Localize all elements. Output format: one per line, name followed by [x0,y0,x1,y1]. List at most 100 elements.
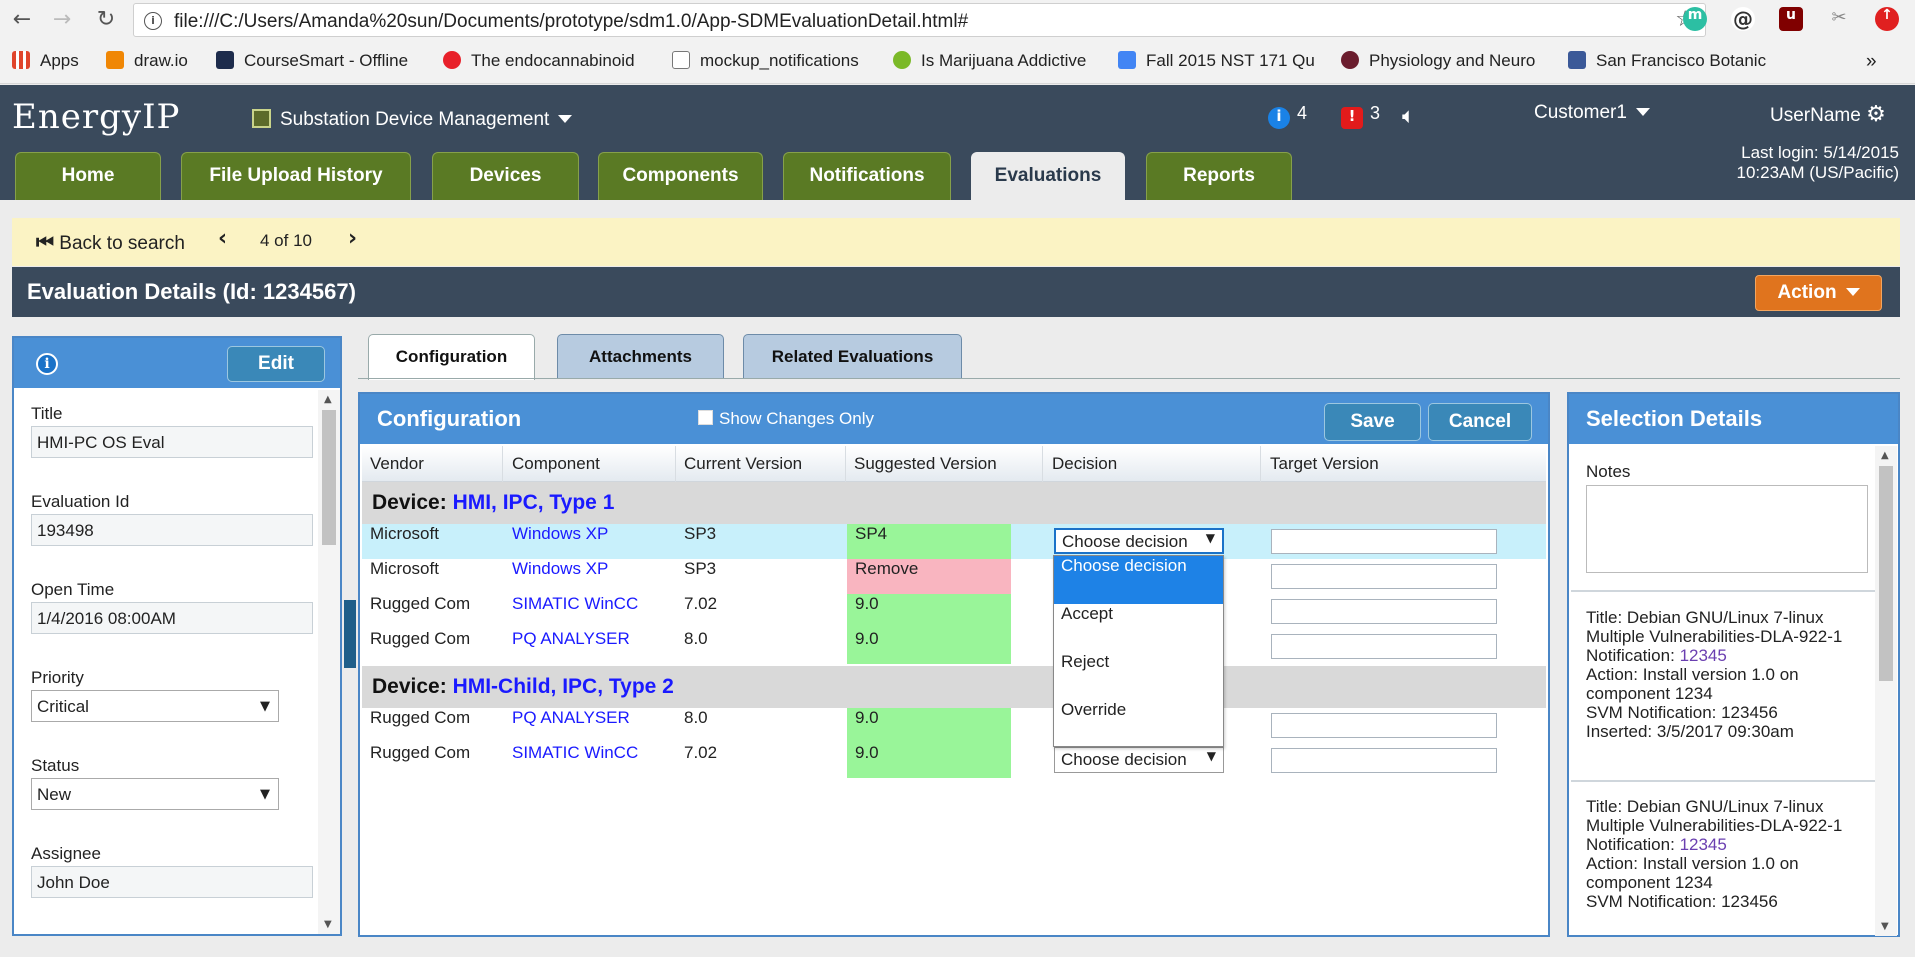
target-version-input[interactable] [1271,634,1497,659]
option-choose-decision[interactable]: Choose decision [1054,556,1223,604]
back-to-search-link[interactable]: ⏮︎ Back to search [36,230,185,255]
divider [1571,590,1877,592]
selection-details-header: Selection Details [1569,394,1898,444]
tab-notifications[interactable]: Notifications [783,152,951,200]
bookmark-mockup[interactable]: mockup_notifications [672,51,872,73]
table-row[interactable]: Rugged Com PQ ANALYSER 8.0 9.0 [362,708,1546,743]
decision-select[interactable]: Choose decision ▼ [1054,528,1224,554]
tab-related-evaluations[interactable]: Related Evaluations [743,334,962,378]
title-field[interactable]: HMI-PC OS Eval [31,426,313,458]
target-version-input[interactable] [1271,529,1497,554]
notification-link[interactable]: 12345 [1680,646,1727,665]
extension-update-icon[interactable]: ↑ [1875,7,1899,31]
bookmark-marijuana[interactable]: Is Marijuana Addictive [893,51,1096,73]
device-name-link[interactable]: HMI, IPC, Type 1 [453,491,615,514]
bookmark-botanic[interactable]: San Francisco Botanic [1568,51,1773,73]
component-link[interactable]: Windows XP [512,559,608,594]
show-changes-toggle[interactable]: Show Changes Only [698,409,874,429]
tab-components[interactable]: Components [598,152,763,200]
next-record-icon[interactable]: › [348,226,357,251]
option-override[interactable]: Override [1054,700,1223,748]
target-version-input[interactable] [1271,599,1497,624]
column-component[interactable]: Component [512,454,600,474]
selection-details-scrollbar[interactable]: ▲ ▼ [1875,446,1897,936]
tab-configuration[interactable]: Configuration [368,334,535,380]
column-vendor[interactable]: Vendor [370,454,424,474]
column-suggested-version[interactable]: Suggested Version [854,454,997,474]
back-arrow-icon[interactable]: ← [8,6,36,34]
priority-select[interactable]: Critical ▼ [31,690,279,722]
column-current-version[interactable]: Current Version [684,454,802,474]
show-changes-checkbox[interactable] [698,410,713,425]
decision-select[interactable]: Choose decision ▼ [1054,747,1224,773]
table-row[interactable]: Rugged Com SIMATIC WinCC 7.02 9.0 [362,594,1546,629]
table-row[interactable]: Microsoft Windows XP SP3 Remove [362,559,1546,594]
ublock-icon[interactable]: u [1779,7,1803,31]
reload-icon[interactable]: ↻ [92,6,120,34]
extension-scissors-icon[interactable]: ✂ [1827,7,1851,31]
option-accept[interactable]: Accept [1054,604,1223,652]
table-row[interactable]: Rugged Com SIMATIC WinCC 7.02 9.0 Choose… [362,743,1546,778]
option-reject[interactable]: Reject [1054,652,1223,700]
column-target-version[interactable]: Target Version [1270,454,1379,474]
bookmark-coursesmart[interactable]: CourseSmart - Offline [216,51,421,73]
extension-m-icon[interactable]: m [1683,7,1707,31]
device-name-link[interactable]: HMI-Child, IPC, Type 2 [453,675,674,698]
table-row[interactable]: Microsoft Windows XP SP3 SP4 Choose deci… [362,524,1546,559]
previous-record-icon[interactable]: ‹ [218,226,227,251]
tab-home[interactable]: Home [15,152,161,200]
notes-textarea[interactable] [1586,485,1868,573]
speaker-icon[interactable]: 🔈︎ [1402,103,1415,129]
scroll-up-icon[interactable]: ▲ [1881,450,1889,461]
target-version-input[interactable] [1271,564,1497,589]
edit-button[interactable]: Edit [227,346,325,382]
component-link[interactable]: SIMATIC WinCC [512,594,638,629]
table-row[interactable]: Rugged Com PQ ANALYSER 8.0 9.0 [362,629,1546,664]
info-icon[interactable]: i [36,353,58,375]
address-url[interactable]: file:///C:/Users/Amanda%20sun/Documents/… [174,11,968,33]
cancel-button[interactable]: Cancel [1428,403,1532,441]
info-notifications-badge[interactable]: i4 [1268,103,1307,129]
customer-selector[interactable]: Customer1 [1534,102,1650,124]
bookmarks-overflow[interactable]: » [1866,51,1877,73]
extension-at-icon[interactable]: @ [1731,7,1755,31]
target-version-input[interactable] [1271,713,1497,738]
tab-file-upload-history[interactable]: File Upload History [181,152,411,200]
target-version-input[interactable] [1271,748,1497,773]
bookmark-drawio[interactable]: draw.io [106,51,188,73]
bookmark-endocannabinoid[interactable]: The endocannabinoid [443,51,650,73]
bookmark-apps[interactable]: Apps [12,51,79,73]
notification-link[interactable]: 12345 [1680,835,1727,854]
scroll-down-icon[interactable]: ▼ [324,919,332,930]
scrollbar-thumb[interactable] [1879,466,1893,681]
page-info-icon[interactable]: i [144,12,162,30]
scroll-up-icon[interactable]: ▲ [324,394,332,405]
forward-arrow-icon[interactable]: → [48,6,76,34]
tab-devices[interactable]: Devices [432,152,579,200]
tab-reports[interactable]: Reports [1146,152,1292,200]
evaluation-id-field[interactable]: 193498 [31,514,313,546]
status-select[interactable]: New ▼ [31,778,279,810]
panel-splitter[interactable] [344,600,356,668]
summary-scrollbar[interactable]: ▲ ▼ [318,390,340,934]
component-link[interactable]: Windows XP [512,524,608,559]
tab-attachments[interactable]: Attachments [557,334,724,378]
save-button[interactable]: Save [1324,403,1421,441]
column-decision[interactable]: Decision [1052,454,1117,474]
module-selector[interactable]: Substation Device Management [252,109,573,131]
info-icon: i [1268,107,1290,129]
component-link[interactable]: PQ ANALYSER [512,629,630,664]
component-link[interactable]: PQ ANALYSER [512,708,630,743]
scrollbar-thumb[interactable] [322,410,336,545]
assignee-field[interactable]: John Doe [31,866,313,898]
action-menu-button[interactable]: Action [1755,275,1882,311]
bookmark-physiology[interactable]: Physiology and Neuro [1341,51,1546,73]
user-menu[interactable]: UserName ⚙ [1770,102,1886,127]
scroll-down-icon[interactable]: ▼ [1881,921,1889,932]
bookmark-nst171[interactable]: Fall 2015 NST 171 Qu [1118,51,1323,73]
component-link[interactable]: SIMATIC WinCC [512,743,638,778]
tab-evaluations[interactable]: Evaluations [971,152,1125,200]
address-bar[interactable]: i file:///C:/Users/Amanda%20sun/Document… [133,3,1706,37]
alert-notifications-badge[interactable]: ! 3 [1341,103,1380,129]
open-time-field[interactable]: 1/4/2016 08:00AM [31,602,313,634]
